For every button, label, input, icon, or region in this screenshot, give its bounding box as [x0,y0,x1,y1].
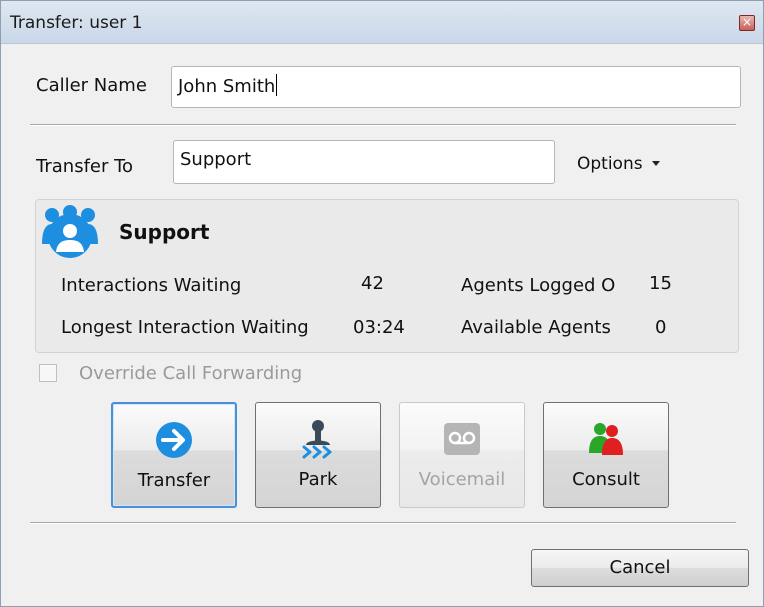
queue-name: Support [119,220,210,244]
close-icon: × [741,15,753,29]
agents-logged-value: 15 [649,273,672,294]
available-agents-label: Available Agents [461,317,611,338]
queue-info-panel: Support Interactions Waiting 42 Agents L… [35,199,739,353]
available-agents-value: 0 [655,317,667,338]
transfer-button-label: Transfer [137,470,211,491]
park-person-arrows-icon [302,420,332,459]
divider-bottom [30,522,736,524]
transfer-button[interactable]: Transfer [111,402,237,508]
title-bar: Transfer: user 1 × [1,1,763,44]
caller-name-value: John Smith [178,76,276,97]
arrow-right-circle-icon [156,422,192,458]
override-forwarding-label: Override Call Forwarding [79,363,303,384]
interactions-waiting-label: Interactions Waiting [61,275,242,296]
transfer-dialog: Transfer: user 1 × Caller Name John Smit… [0,0,764,607]
text-caret [276,74,278,96]
transfer-to-label: Transfer To [36,156,134,177]
caller-name-input[interactable]: John Smith [171,66,741,108]
voicemail-button[interactable]: Voicemail [399,402,525,508]
divider-top [30,124,736,126]
group-people-icon [42,205,98,258]
longest-waiting-value: 03:24 [353,317,405,338]
options-dropdown[interactable]: Options [577,154,660,174]
consult-button-label: Consult [572,469,640,490]
interactions-waiting-value: 42 [361,273,384,294]
transfer-to-input[interactable]: Support [173,140,555,184]
longest-waiting-label: Longest Interaction Waiting [61,317,309,338]
caller-name-label: Caller Name [36,75,147,96]
window-title: Transfer: user 1 [10,13,143,33]
chevron-down-icon [651,161,660,166]
consult-button[interactable]: Consult [543,402,669,508]
cancel-button-label: Cancel [609,557,671,578]
agents-logged-label: Agents Logged O [461,275,616,296]
override-forwarding-checkbox[interactable] [39,364,57,382]
park-button[interactable]: Park [255,402,381,508]
cancel-button[interactable]: Cancel [531,549,749,587]
transfer-to-value: Support [180,149,252,170]
park-button-label: Park [298,469,338,490]
close-button[interactable]: × [739,15,755,31]
voicemail-button-label: Voicemail [418,469,506,490]
consult-people-icon [589,423,623,455]
options-label: Options [577,154,643,174]
voicemail-icon [444,423,480,455]
